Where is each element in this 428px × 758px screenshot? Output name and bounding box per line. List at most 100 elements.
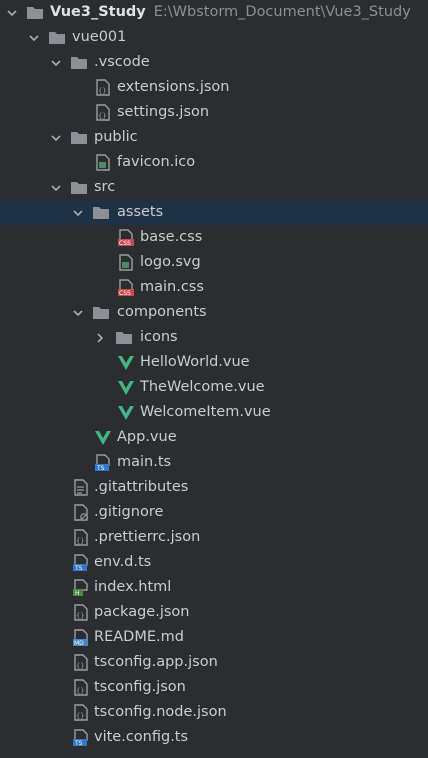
image-file-icon (117, 254, 135, 271)
svg-text:{}: {} (76, 687, 84, 695)
tree-item-label: .prettierrc.json (94, 529, 201, 545)
json-file-icon: {} (72, 679, 90, 696)
tree-item-label: tsconfig.json (94, 679, 186, 695)
root-folder-path: E:\Wbstorm_Document\Vue3_Study (153, 4, 411, 20)
tree-row-vue001[interactable]: vue001 (0, 25, 428, 50)
tree-row-app-vue[interactable]: App.vue (0, 425, 428, 450)
chevron-down-icon[interactable] (48, 175, 64, 200)
tree-row-public[interactable]: public (0, 125, 428, 150)
tree-row-vscode[interactable]: .vscode (0, 50, 428, 75)
tree-item-label: .gitattributes (94, 479, 189, 495)
text-file-icon (72, 479, 90, 496)
css-file-icon: CSS (117, 279, 135, 297)
tree-item-label: vue001 (72, 29, 127, 45)
json-file-icon: {} (94, 104, 112, 121)
tree-row-main-ts[interactable]: TS main.ts (0, 450, 428, 475)
chevron-down-icon[interactable] (70, 200, 86, 225)
folder-icon (70, 129, 88, 146)
tree-item-label: main.ts (117, 454, 172, 470)
tree-item-label: components (117, 304, 207, 320)
tree-row-base-css[interactable]: CSS base.css (0, 225, 428, 250)
tree-item-label: index.html (94, 579, 172, 595)
image-file-icon (94, 154, 112, 171)
tree-item-label: public (94, 129, 138, 145)
tree-item-label: README.md (94, 629, 184, 645)
tree-row-gitignore[interactable]: .gitignore (0, 500, 428, 525)
svg-text:CSS: CSS (119, 290, 131, 296)
ignore-file-icon (72, 504, 90, 521)
tree-row-index-html[interactable]: H index.html (0, 575, 428, 600)
tree-row-components[interactable]: components (0, 300, 428, 325)
tree-row-welcomeitem-vue[interactable]: WelcomeItem.vue (0, 400, 428, 425)
tree-row-prettierrc-json[interactable]: {} .prettierrc.json (0, 525, 428, 550)
tree-row-src[interactable]: src (0, 175, 428, 200)
chevron-down-icon[interactable] (48, 125, 64, 150)
tree-row-tsconfig-app-json[interactable]: {} tsconfig.app.json (0, 650, 428, 675)
tree-item-label: tsconfig.node.json (94, 704, 227, 720)
chevron-down-icon[interactable] (26, 25, 42, 50)
tree-row-env-d-ts[interactable]: TS env.d.ts (0, 550, 428, 575)
tree-item-label: assets (117, 204, 164, 220)
svg-text:{}: {} (98, 87, 106, 95)
tree-item-label: base.css (140, 229, 203, 245)
tree-item-label: TheWelcome.vue (140, 379, 265, 395)
tree-row-helloworld-vue[interactable]: HelloWorld.vue (0, 350, 428, 375)
tree-item-label: .vscode (94, 54, 150, 70)
tree-row-readme-md[interactable]: MD README.md (0, 625, 428, 650)
tree-item-label: settings.json (117, 104, 210, 120)
tree-row-main-css[interactable]: CSS main.css (0, 275, 428, 300)
tree-item-label: App.vue (117, 429, 177, 445)
json-file-icon: {} (72, 604, 90, 621)
chevron-down-icon[interactable] (48, 50, 64, 75)
tree-row-settings-json[interactable]: {} settings.json (0, 100, 428, 125)
tree-item-label: HelloWorld.vue (140, 354, 250, 370)
root-folder-label: Vue3_Study E:\Wbstorm_Document\Vue3_Study (50, 4, 411, 20)
tree-row-gitattributes[interactable]: .gitattributes (0, 475, 428, 500)
tree-item-label: logo.svg (140, 254, 201, 270)
svg-text:TS: TS (74, 565, 83, 571)
html-file-icon: H (72, 579, 90, 597)
tree-item-label: WelcomeItem.vue (140, 404, 271, 420)
tree-row-tsconfig-json[interactable]: {} tsconfig.json (0, 675, 428, 700)
tree-row-vite-config-ts[interactable]: TS vite.config.ts (0, 725, 428, 750)
tree-item-label: src (94, 179, 116, 195)
svg-text:MD: MD (74, 640, 84, 646)
tree-item-label: favicon.ico (117, 154, 196, 170)
tree-item-label: package.json (94, 604, 190, 620)
folder-icon (48, 29, 66, 46)
folder-icon (26, 4, 44, 21)
svg-text:{}: {} (76, 712, 84, 720)
folder-icon (115, 329, 133, 346)
json-file-icon: {} (94, 79, 112, 96)
json-file-icon: {} (72, 529, 90, 546)
svg-text:{}: {} (76, 662, 84, 670)
tree-item-label: .gitignore (94, 504, 164, 520)
folder-icon (70, 179, 88, 196)
ts-file-icon: TS (94, 454, 112, 472)
tree-row-tsconfig-node-json[interactable]: {} tsconfig.node.json (0, 700, 428, 725)
svg-text:TS: TS (74, 740, 83, 746)
tree-row-icons[interactable]: icons (0, 325, 428, 350)
tree-row-favicon[interactable]: favicon.ico (0, 150, 428, 175)
tree-row-thewelcome-vue[interactable]: TheWelcome.vue (0, 375, 428, 400)
tree-item-label: extensions.json (117, 79, 230, 95)
tree-row-package-json[interactable]: {} package.json (0, 600, 428, 625)
tree-item-label: tsconfig.app.json (94, 654, 218, 670)
tree-row-assets[interactable]: assets (0, 200, 428, 225)
tree-item-label: main.css (140, 279, 204, 295)
chevron-right-icon[interactable] (92, 325, 108, 350)
svg-text:TS: TS (96, 465, 105, 471)
folder-icon (92, 304, 110, 321)
vue-icon (117, 404, 135, 421)
project-tree: Vue3_Study E:\Wbstorm_Document\Vue3_Study… (0, 0, 428, 750)
tree-row-root[interactable]: Vue3_Study E:\Wbstorm_Document\Vue3_Study (0, 0, 428, 25)
chevron-down-icon[interactable] (70, 300, 86, 325)
folder-icon (92, 204, 110, 221)
css-file-icon: CSS (117, 229, 135, 247)
tree-row-extensions-json[interactable]: {} extensions.json (0, 75, 428, 100)
tree-row-logo-svg[interactable]: logo.svg (0, 250, 428, 275)
svg-text:{}: {} (76, 612, 84, 620)
json-file-icon: {} (72, 654, 90, 671)
chevron-down-icon[interactable] (4, 0, 20, 25)
vue-icon (117, 354, 135, 371)
